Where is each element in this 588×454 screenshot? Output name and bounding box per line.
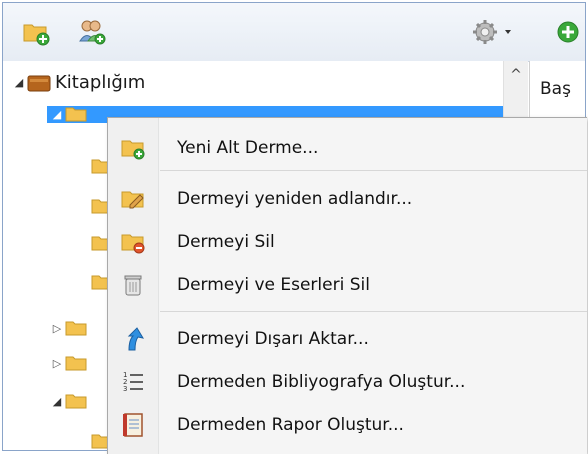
toolbar xyxy=(3,3,585,62)
new-group-button[interactable] xyxy=(77,17,107,47)
library-icon xyxy=(27,74,51,92)
tree-root-label: Kitaplığım xyxy=(55,71,146,93)
expand-triangle-icon[interactable]: ▷ xyxy=(49,322,65,335)
column-header-title[interactable]: Baş xyxy=(540,79,571,99)
menu-item-rename-collection[interactable]: Dermeyi yeniden adlandır... xyxy=(108,179,587,219)
tree-row-root[interactable]: ◢ Kitaplığım xyxy=(11,67,146,97)
gear-icon xyxy=(473,20,511,44)
add-group-icon xyxy=(79,20,106,45)
collapse-triangle-icon[interactable]: ◢ xyxy=(49,108,65,121)
collection-context-menu: Yeni Alt Derme... Dermeyi yeniden adland… xyxy=(107,117,587,454)
tree-row-collapsed[interactable]: ▷ xyxy=(49,313,87,343)
rename-icon xyxy=(120,186,146,212)
collapse-triangle-icon[interactable]: ◢ xyxy=(11,76,27,89)
trash-icon xyxy=(120,272,146,298)
folder-icon xyxy=(65,355,87,371)
tree-row-expanded[interactable]: ◢ xyxy=(49,386,87,416)
folder-icon xyxy=(65,320,87,336)
menu-item-delete-collection-and-items[interactable]: Dermeyi ve Eserleri Sil xyxy=(108,265,587,305)
menu-separator xyxy=(160,311,587,312)
export-arrow-icon xyxy=(120,326,146,352)
folder-icon xyxy=(65,393,87,409)
svg-text:3: 3 xyxy=(123,385,127,393)
new-subcollection-icon xyxy=(120,135,146,161)
scroll-up-arrow-icon[interactable]: ^ xyxy=(504,67,528,87)
menu-item-export-collection[interactable]: Dermeyi Dışarı Aktar... xyxy=(108,319,587,359)
report-icon xyxy=(120,412,146,438)
menu-item-create-report[interactable]: Dermeden Rapor Oluştur... xyxy=(108,405,587,445)
tree-row-selected: ◢ xyxy=(49,104,87,124)
menu-item-create-bibliography[interactable]: 123 Dermeden Bibliyografya Oluştur... xyxy=(108,362,587,402)
delete-collection-icon xyxy=(120,229,146,255)
menu-item-delete-collection[interactable]: Dermeyi Sil xyxy=(108,222,587,262)
new-folder-icon xyxy=(23,24,50,46)
tree-row-collapsed[interactable]: ▷ xyxy=(49,348,87,378)
folder-icon xyxy=(65,106,87,122)
numbered-list-icon: 123 xyxy=(120,369,146,395)
menu-item-new-subcollection[interactable]: Yeni Alt Derme... xyxy=(108,128,587,168)
new-collection-button[interactable] xyxy=(21,17,51,47)
actions-menu-button[interactable] xyxy=(471,17,521,47)
expand-triangle-icon[interactable]: ▷ xyxy=(49,357,65,370)
add-item-button[interactable] xyxy=(553,17,583,47)
collapse-triangle-icon[interactable]: ◢ xyxy=(49,395,65,408)
dropdown-arrow-icon xyxy=(505,30,511,34)
add-circle-icon xyxy=(557,21,579,43)
menu-separator xyxy=(160,170,587,171)
